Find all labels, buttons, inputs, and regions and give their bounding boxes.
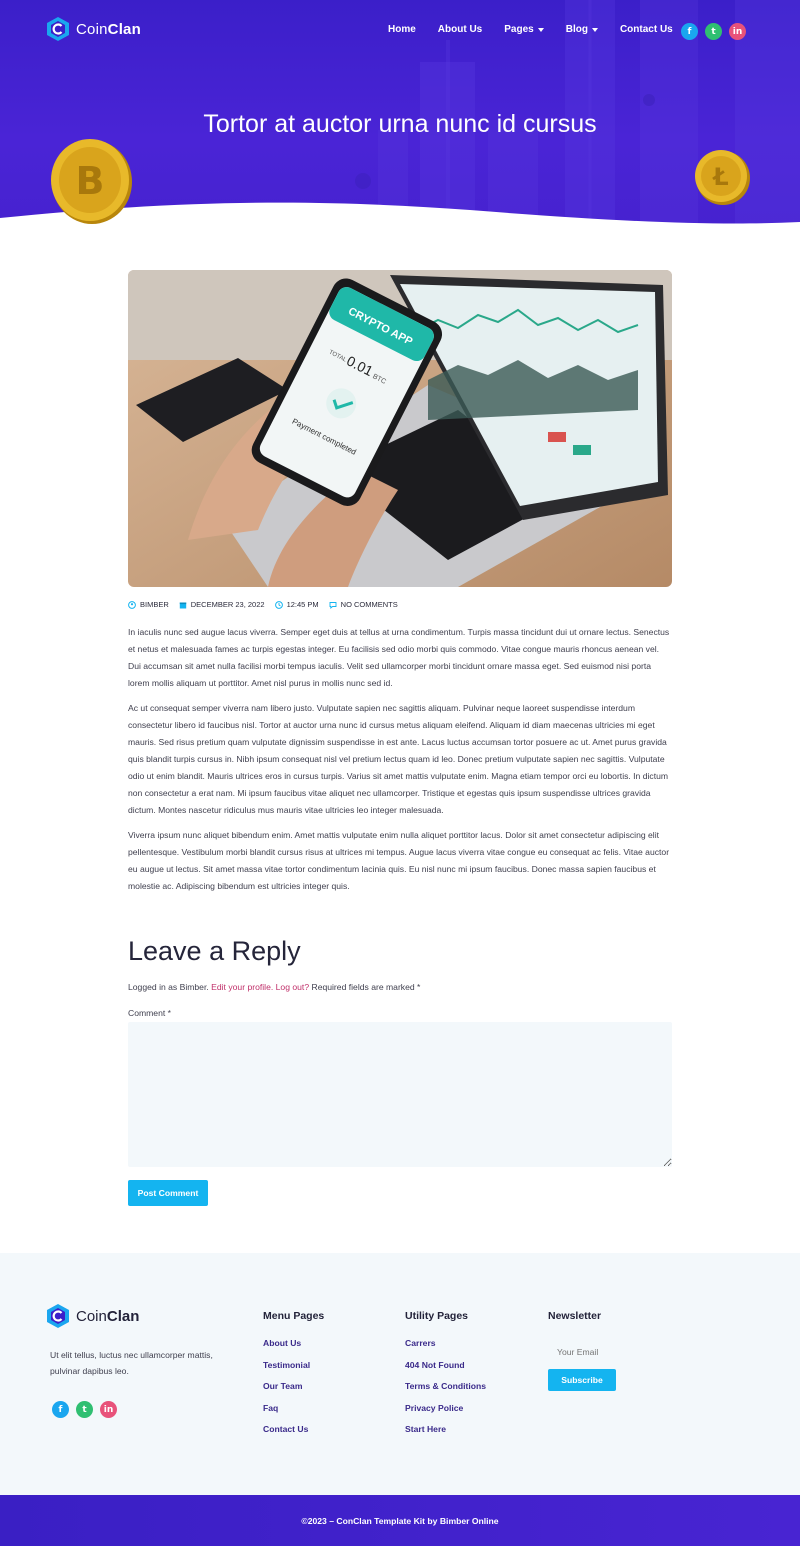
post-featured-image: CRYPTO APP TOTAL 0.01 BTC Payment comple… [128, 270, 672, 587]
logo-name-light: Coin [76, 20, 108, 38]
page-title: Tortor at auctor urna nunc id cursus [203, 110, 597, 138]
post-comment-button[interactable]: Post Comment [128, 1180, 208, 1206]
footer-utility-pages: Utility Pages Carrers 404 Not Found Term… [405, 1310, 486, 1446]
footer: CoinClan Ut elit tellus, luctus nec ulla… [0, 1253, 800, 1495]
nav-about-us[interactable]: About Us [438, 24, 482, 35]
footer-link-start-here[interactable]: Start Here [405, 1424, 486, 1446]
comment-textarea[interactable] [128, 1022, 672, 1167]
logo-wordmark: CoinClan [76, 21, 141, 38]
footer-column-title: Menu Pages [263, 1310, 325, 1322]
footer-link-terms[interactable]: Terms & Conditions [405, 1381, 486, 1403]
nav-blog-label: Blog [565, 24, 588, 35]
meta-time: 12:45 PM [274, 600, 319, 609]
post-paragraph: Viverra ipsum nunc aliquet bibendum enim… [128, 830, 670, 891]
newsletter-email-input[interactable] [548, 1342, 678, 1362]
crypto-app-photo: CRYPTO APP TOTAL 0.01 BTC Payment comple… [128, 270, 672, 587]
comment-label: Comment * [128, 1008, 171, 1018]
footer-link-about-us[interactable]: About Us [263, 1338, 324, 1360]
meta-author[interactable]: BIMBER [128, 600, 169, 609]
footer-column-title: Newsletter [548, 1310, 602, 1322]
footer-link-404[interactable]: 404 Not Found [405, 1360, 486, 1382]
footer-newsletter: Newsletter [548, 1310, 601, 1338]
subscribe-button[interactable]: Subscribe [548, 1369, 616, 1391]
meta-date-label: DECEMBER 23, 2022 [190, 600, 265, 609]
nav-pages[interactable]: Pages [504, 24, 544, 35]
chevron-down-icon [537, 27, 544, 32]
copyright-bar: ©2023 – ConClan Template Kit by Bimber O… [0, 1495, 800, 1546]
post-content: In iaculis nunc sed augue lacus viverra.… [128, 624, 672, 903]
post-paragraph: Ac ut consequat semper viverra nam liber… [128, 703, 669, 815]
post-meta: BIMBER DECEMBER 23, 2022 12:45 PM NO COM… [128, 600, 398, 609]
svg-text:Ł: Ł [711, 163, 728, 191]
required-note: Required fields are marked * [309, 982, 421, 992]
twitter-icon[interactable]: t [705, 23, 722, 40]
footer-menu-pages: Menu Pages About Us Testimonial Our Team… [263, 1310, 324, 1446]
footer-link-carrers[interactable]: Carrers [405, 1338, 486, 1360]
instagram-icon[interactable]: in [100, 1401, 117, 1418]
nav-blog[interactable]: Blog [566, 24, 598, 35]
logo-name-bold: Clan [107, 20, 141, 38]
user-icon [128, 600, 136, 609]
svg-text:B: B [76, 159, 105, 203]
nav-contact-us[interactable]: Contact Us [620, 24, 673, 35]
footer-link-contact-us[interactable]: Contact Us [263, 1424, 324, 1446]
logout-link[interactable]: Log out? [276, 982, 309, 992]
logged-in-note: Logged in as Bimber. Edit your profile. … [128, 982, 420, 992]
header-socials: f t in [681, 23, 746, 40]
meta-time-label: 12:45 PM [286, 600, 319, 609]
footer-link-testimonial[interactable]: Testimonial [263, 1360, 324, 1382]
litecoin-coin-icon: Ł [695, 150, 750, 205]
reply-title: Leave a Reply [128, 936, 301, 966]
footer-column-title: Utility Pages [405, 1310, 469, 1322]
footer-link-faq[interactable]: Faq [263, 1403, 324, 1425]
meta-date[interactable]: DECEMBER 23, 2022 [179, 600, 265, 609]
meta-comments-label: NO COMMENTS [340, 600, 398, 609]
logged-in-prefix: Logged in as Bimber. [128, 982, 212, 992]
footer-link-our-team[interactable]: Our Team [263, 1381, 324, 1403]
chevron-down-icon [591, 27, 598, 32]
edit-profile-link[interactable]: Edit your profile. [211, 982, 273, 992]
nav-home-label: Home [388, 24, 416, 35]
nav-about-us-label: About Us [437, 24, 483, 35]
hero-section: CoinClan Home About Us Pages Blog Contac… [0, 0, 800, 232]
hexagon-c-logo-icon [47, 1304, 69, 1328]
footer-socials: f t in [52, 1401, 117, 1418]
facebook-icon[interactable]: f [681, 23, 698, 40]
main-menu: Home About Us Pages Blog Contact Us [388, 24, 673, 35]
nav-contact-us-label: Contact Us [619, 24, 673, 35]
footer-logo-name-bold: Clan [106, 1307, 140, 1325]
footer-logo-wordmark: CoinClan [76, 1308, 139, 1325]
meta-author-label: BIMBER [140, 600, 169, 609]
calendar-icon [179, 602, 186, 608]
copyright-text: ©2023 – ConClan Template Kit by Bimber O… [301, 1515, 499, 1526]
meta-comments[interactable]: NO COMMENTS [329, 600, 398, 609]
top-navigation: CoinClan Home About Us Pages Blog Contac… [0, 14, 800, 50]
footer-logo[interactable]: CoinClan [46, 1303, 139, 1329]
instagram-icon[interactable]: in [729, 23, 746, 40]
twitter-icon[interactable]: t [76, 1401, 93, 1418]
comment-icon [329, 601, 337, 609]
bitcoin-coin-icon: B [51, 139, 132, 224]
hexagon-c-logo-icon [47, 17, 69, 41]
nav-pages-label: Pages [504, 24, 534, 35]
footer-link-privacy[interactable]: Privacy Police [405, 1403, 486, 1425]
post-paragraph: In iaculis nunc sed augue lacus viverra.… [128, 627, 670, 688]
footer-logo-name-light: Coin [76, 1307, 107, 1325]
facebook-icon[interactable]: f [52, 1401, 69, 1418]
clock-icon [274, 600, 283, 609]
footer-about-text: Ut elit tellus, luctus nec ullamcorper m… [50, 1350, 213, 1376]
site-logo[interactable]: CoinClan [46, 16, 141, 42]
nav-home[interactable]: Home [388, 24, 416, 35]
